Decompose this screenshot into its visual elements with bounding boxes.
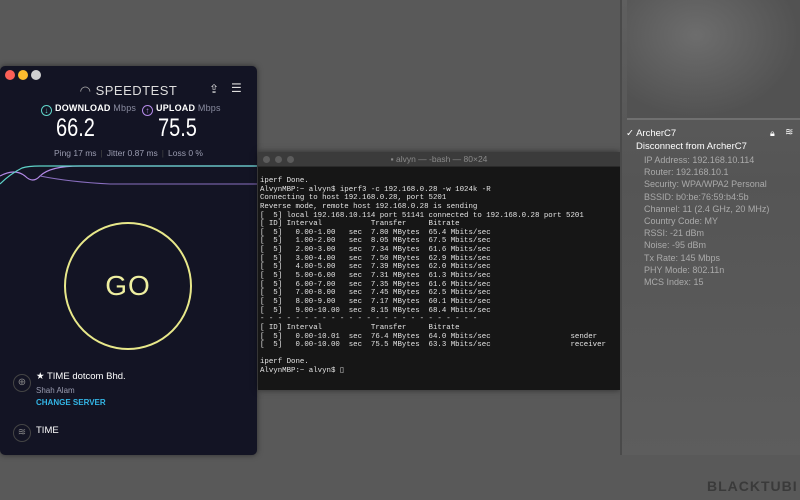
close-button[interactable] [5, 70, 15, 80]
watermark-logo: BLACKTUBI [707, 478, 798, 494]
zoom-button[interactable] [31, 70, 41, 80]
wifi-detail: MCS Index: 15 [644, 277, 704, 287]
terminal-line: iperf Done. [260, 177, 309, 185]
wifi-detail: IP Address: 192.168.10.114 [644, 155, 755, 165]
network-item[interactable]: ✓ ArcherC7 [626, 128, 676, 139]
minimize-button[interactable] [18, 70, 28, 80]
download-value: 66.2 [56, 114, 95, 142]
terminal-titlebar: ▪ alvyn — -bash — 80×24 [258, 152, 620, 167]
jitter-stat: Jitter 0.87 ms [106, 148, 158, 158]
wifi-detail: Router: 192.168.10.1 [644, 167, 729, 178]
lock-icon: 🔒︎ [770, 128, 775, 138]
terminal-line: iperf Done. [260, 358, 309, 367]
ping-stat: Ping 17 ms [54, 148, 97, 158]
minimize-button[interactable] [275, 156, 282, 163]
upload-line-tail [39, 175, 257, 185]
terminal-window[interactable]: ▪ alvyn — -bash — 80×24 iperf Done. Alvyn… [258, 152, 620, 390]
wifi-signal-icon: ≋ [785, 127, 794, 138]
close-button[interactable] [263, 156, 270, 163]
terminal-line: [ 5] 2.00-3.00 sec 7.34 MBytes 61.6 Mbit… [260, 246, 491, 255]
wifi-detail: RSSI: -21 dBm [644, 228, 705, 239]
upload-line [0, 165, 257, 181]
wifi-menu: ✓ ArcherC7 🔒︎ ≋ Disconnect from ArcherC7… [622, 125, 800, 290]
terminal-line: [ 5] 0.00-10.00 sec 75.5 MBytes 63.3 Mbi… [260, 341, 606, 350]
wifi-detail: Channel: 11 (2.4 GHz, 20 MHz) [644, 203, 770, 214]
background-window: ✓ ArcherC7 🔒︎ ≋ Disconnect from ArcherC7… [620, 0, 800, 455]
terminal-line: [ 5] 0.00-10.01 sec 76.4 MBytes 64.0 Mbi… [260, 332, 598, 341]
download-icon: ↓ [41, 105, 52, 116]
terminal-line: Connecting to host 192.168.0.28, port 52… [260, 194, 447, 203]
loss-stat: Loss 0 % [168, 148, 203, 158]
wifi-detail: PHY Mode: 802.11n [644, 264, 725, 275]
terminal-line: [ 5] 5.00-6.00 sec 7.31 MBytes 61.3 Mbit… [260, 272, 491, 281]
settings-icon[interactable]: ☰ [231, 81, 242, 95]
change-server-link[interactable]: CHANGE SERVER [36, 398, 106, 407]
terminal-line: [ 5] 4.00-5.00 sec 7.39 MBytes 62.0 Mbit… [260, 263, 491, 272]
wifi-detail: Tx Rate: 145 Mbps [644, 252, 721, 263]
terminal-output[interactable]: iperf Done. AlvynMBP:~ alvyn$ iperf3 -c 1… [258, 167, 620, 376]
terminal-line: [ 5] local 192.168.10.114 port 51141 con… [260, 211, 584, 220]
terminal-line: AlvynMBP:~ alvyn$ ▯ [260, 367, 344, 376]
terminal-line: [ 5] 7.00-8.00 sec 7.45 MBytes 62.5 Mbit… [260, 289, 491, 298]
globe-icon: ⊕ [13, 374, 31, 392]
terminal-line: [ 5] 8.00-9.00 sec 7.17 MBytes 60.1 Mbit… [260, 297, 491, 306]
terminal-line: [ ID] Interval Transfer Bitrate [260, 220, 460, 229]
terminal-title: alvyn — -bash — 80×24 [395, 154, 488, 164]
wifi-detail: Country Code: MY [644, 216, 719, 226]
isp-name: TIME [36, 425, 59, 436]
server-location: Shah Alam [36, 386, 75, 395]
upload-value: 75.5 [158, 114, 197, 142]
terminal-line: [ 5] 9.00-10.00 sec 8.15 MBytes 68.4 Mbi… [260, 306, 491, 315]
wifi-detail: Noise: -95 dBm [644, 240, 707, 251]
share-icon[interactable]: ⇪ [209, 82, 219, 96]
wifi-detail: BSSID: b0:be:76:59:b4:5b [644, 191, 749, 202]
terminal-line: [ ID] Interval Transfer Bitrate [260, 323, 460, 332]
speedtest-window: ◠ SPEEDTEST ⇪ ☰ ↓ DOWNLOAD Mbps 66.2 ↑ UPL… [0, 66, 257, 455]
terminal-line: [ 5] 3.00-4.00 sec 7.50 MBytes 62.9 Mbit… [260, 254, 491, 263]
speed-graph [0, 165, 257, 185]
terminal-line: Reverse mode, remote host 192.168.0.28 i… [260, 202, 478, 211]
upload-icon: ↑ [142, 105, 153, 116]
blurred-area [627, 0, 800, 120]
download-line [0, 165, 257, 185]
disconnect-item[interactable]: Disconnect from ArcherC7 [636, 141, 747, 152]
gauge-icon: ◠ [79, 83, 96, 98]
go-button[interactable]: GO [64, 222, 192, 350]
terminal-line: - - - - - - - - - - - - - - - - - - - - … [260, 315, 478, 324]
terminal-line: [ 5] 6.00-7.00 sec 7.35 MBytes 61.6 Mbit… [260, 280, 491, 289]
wifi-detail: Security: WPA/WPA2 Personal [644, 179, 767, 190]
wifi-icon: ≋ [13, 424, 31, 442]
server-name: ★ TIME dotcom Bhd. [36, 371, 126, 382]
zoom-button[interactable] [287, 156, 294, 163]
terminal-line: [ 5] 1.00-2.00 sec 8.05 MBytes 67.5 Mbit… [260, 237, 491, 246]
terminal-line: AlvynMBP:~ alvyn$ iperf3 -c 192.168.0.28… [260, 185, 491, 194]
terminal-line: [ 5] 0.00-1.00 sec 7.80 MBytes 65.4 Mbit… [260, 228, 491, 237]
stats-row: Ping 17 ms | Jitter 0.87 ms | Loss 0 % [54, 148, 203, 158]
